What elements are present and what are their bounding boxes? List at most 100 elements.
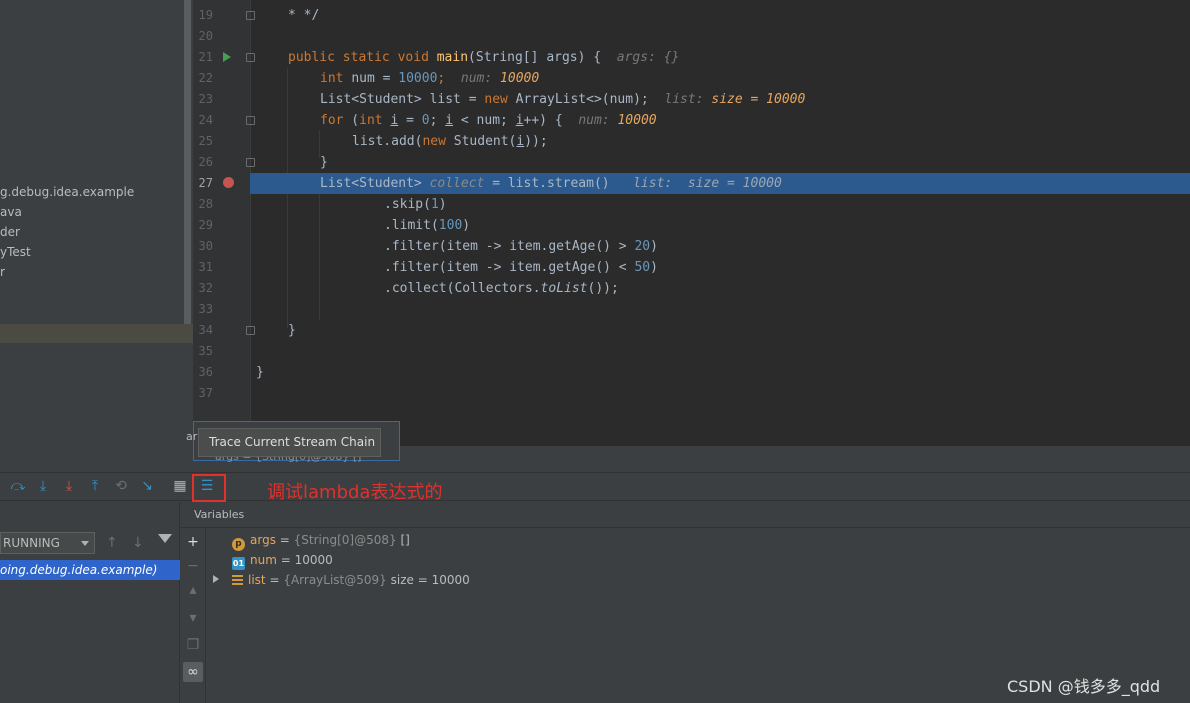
number-literal: 10000 [398,71,438,86]
number-literal: 100 [438,218,463,233]
copy-icon[interactable]: ❐ [183,635,203,655]
project-tree-panel: g.debug.idea.example ava der yTest r [0,0,193,446]
tree-item-package[interactable]: g.debug.idea.example [0,183,134,201]
keyword: for [320,113,344,128]
thread-select[interactable]: RUNNING [0,532,95,554]
code-token: )); [524,134,548,149]
force-step-into-icon[interactable]: ⤓ [61,478,77,494]
fold-icon[interactable] [246,326,255,335]
comment-text: * */ [288,8,320,23]
code-line: 26 } [193,152,1190,173]
fold-icon[interactable] [246,53,255,62]
arrow-down-icon[interactable]: ↓ [132,535,144,551]
variables-title: Variables [194,508,245,521]
arrow-up-icon[interactable]: ↑ [106,535,118,551]
code-line: 34 } [193,320,1190,341]
run-to-cursor-icon[interactable]: ↘ [139,478,155,494]
frames-panel: RUNNING ↑ ↓ oing.debug.idea.example) [0,502,180,703]
inline-hint: args: {} [616,50,680,65]
code-line: 24 for (int i = 0; i < num; i++) { num: … [193,110,1190,131]
tree-item-file[interactable]: der [0,223,20,241]
code-text: List<Student> list = new ArrayList<>(num… [320,89,805,110]
code-line: 30 .filter(item -> item.getAge() > 20) [193,236,1190,257]
code-token: Student( [445,134,517,149]
step-over-icon[interactable]: ⤼ [10,478,26,494]
inline-hint-value: 10000 [500,71,540,86]
variable-type: {ArrayList@509} [283,573,387,587]
watermark: CSDN @钱多多_qdd [1007,677,1161,696]
remove-watch-icon[interactable]: − [183,556,203,576]
code-token: .filter(item -> item.getAge() > [384,239,635,254]
tree-item-file[interactable]: yTest [0,243,31,261]
line-number: 36 [198,365,213,379]
tree-item-file[interactable]: r [0,263,5,281]
code-text: * */ [288,5,319,26]
code-editor[interactable]: 19 * */ 20 21 public static void main(St… [193,0,1190,446]
number-literal: 1 [430,197,439,212]
code-text: for (int i = 0; i < num; i++) { num: 100… [320,110,657,131]
variable-equals: = [265,573,284,587]
variable-row[interactable]: p args = {String[0]@508} [] [232,530,410,551]
current-execution-line: List<Student> collect = list.stream() li… [250,173,1190,194]
primitive-icon: 01 [232,557,245,570]
code-line: 22 int num = 10000; num: 10000 [193,68,1190,89]
project-scrollbar[interactable] [184,0,191,324]
evaluate-expression-icon[interactable]: ▦ [172,478,188,494]
line-number: 19 [198,8,213,22]
filter-icon[interactable] [158,534,172,543]
inline-hint-value: size = 10000 [711,92,806,107]
variable-equals: = [275,533,294,547]
number-literal: 0 [421,113,430,128]
variable-row[interactable]: 01 num = 10000 [232,550,333,570]
code-line: 20 [193,26,1190,47]
expand-arrow-icon[interactable] [213,575,219,583]
code-line: 29 .limit(100) [193,215,1190,236]
line-number: 26 [198,155,213,169]
step-out-icon[interactable]: ⤒ [87,478,103,494]
stack-frame-row[interactable]: oing.debug.idea.example) [0,560,180,580]
code-text: } [256,365,264,380]
code-line: 23 List<Student> list = new ArrayList<>(… [193,89,1190,110]
fold-icon[interactable] [246,11,255,20]
code-line: 37 [193,383,1190,404]
code-text: int num = 10000; num: 10000 [320,68,539,89]
debug-tool-window: ⤼ ⤓ ⤓ ⤒ ⟲ ↘ ▦ ☰ 调试lambda表达式的 RUNNING ↑ ↓… [0,446,1190,703]
code-line: 25 list.add(new Student(i)); [193,131,1190,152]
variable-type: {String[0]@508} [293,533,397,547]
params: (String[] args) { [468,50,602,65]
line-number: 31 [198,260,213,274]
code-token: ) [462,218,471,233]
fold-icon[interactable] [246,158,255,167]
line-number: 37 [198,386,213,400]
line-number: 24 [198,113,213,127]
number-literal: 20 [634,239,651,254]
fold-icon[interactable] [246,116,255,125]
line-number: 28 [198,197,213,211]
keyword: public [288,50,335,65]
step-into-icon[interactable]: ⤓ [35,478,51,494]
drop-frame-icon[interactable]: ⟲ [113,478,129,494]
keyword: void [397,50,429,65]
code-token: = [398,113,422,128]
code-text: list.add(new Student(i)); [352,131,548,152]
code-text: .collect(Collectors.toList()); [384,278,619,299]
loop-var: i [515,113,524,128]
tree-item-file[interactable]: ava [0,203,22,221]
code-token: < num; [453,113,516,128]
code-token: list.add( [352,134,423,149]
line-number: 34 [198,323,213,337]
move-down-icon[interactable]: ▾ [183,608,203,628]
code-token: List<Student> [320,176,430,191]
move-up-icon[interactable]: ▴ [183,580,203,600]
thread-select-value: RUNNING [3,536,60,550]
code-token: .skip( [384,197,431,212]
variable-name: args [250,533,276,547]
code-token: ; [429,113,446,128]
variables-header [180,502,1190,528]
show-watches-icon[interactable]: ∞ [183,662,203,682]
variable-row[interactable]: list = {ArrayList@509} size = 10000 [232,570,470,590]
code-text: } [320,155,328,170]
add-watch-icon[interactable]: + [183,532,203,552]
number-literal: 50 [634,260,651,275]
variable-name: num [250,553,277,567]
